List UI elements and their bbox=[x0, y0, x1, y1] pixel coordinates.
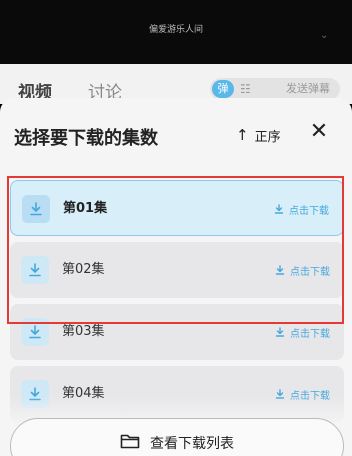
download-icon bbox=[21, 318, 49, 346]
sort-button[interactable]: ↑ 正序 bbox=[236, 124, 281, 146]
episode-item-02[interactable]: 第02集 点击下载 bbox=[10, 242, 344, 298]
view-download-list-button[interactable]: 查看下载列表 bbox=[10, 418, 344, 456]
download-icon bbox=[274, 204, 284, 214]
episode-label: 第03集 bbox=[62, 324, 105, 339]
close-button[interactable]: ✕ bbox=[307, 120, 331, 144]
episode-download-button[interactable]: 点击下载 bbox=[275, 242, 330, 298]
sheet-title: 选择要下载的集数 bbox=[14, 128, 158, 149]
view-download-list-label: 查看下载列表 bbox=[150, 436, 234, 452]
sort-label: 正序 bbox=[254, 129, 281, 145]
episode-label: 第01集 bbox=[63, 201, 108, 216]
download-icon bbox=[22, 195, 50, 223]
video-player[interactable]: 偏爱游乐人间 ⌄ bbox=[0, 0, 352, 64]
episode-item-03[interactable]: 第03集 点击下载 bbox=[10, 304, 344, 360]
episode-download-label: 点击下载 bbox=[290, 266, 330, 278]
episode-download-button[interactable]: 点击下载 bbox=[275, 304, 330, 360]
download-icon bbox=[275, 265, 285, 275]
arrow-up-icon: ↑ bbox=[236, 126, 249, 144]
danmu-send-button[interactable]: 发送弹幕 bbox=[286, 80, 330, 98]
danmu-bar: 弹 ☷ 发送弹幕 bbox=[210, 78, 340, 100]
danmu-settings-icon[interactable]: ☷ bbox=[240, 80, 251, 98]
folder-icon bbox=[120, 434, 140, 449]
download-icon bbox=[21, 256, 49, 284]
episode-item-01[interactable]: 第01集 点击下载 bbox=[10, 180, 344, 236]
download-sheet: 选择要下载的集数 ↑ 正序 ✕ 第01集 点击下载 第02集 点击下载 第03集… bbox=[0, 98, 352, 456]
episode-download-button[interactable]: 点击下载 bbox=[274, 181, 329, 237]
download-icon bbox=[275, 327, 285, 337]
episode-label: 第02集 bbox=[62, 262, 105, 277]
episode-download-label: 点击下载 bbox=[289, 205, 329, 217]
minimize-icon[interactable]: ⌄ bbox=[320, 30, 334, 41]
danmu-toggle[interactable]: 弹 bbox=[212, 80, 234, 98]
episode-download-label: 点击下载 bbox=[290, 328, 330, 340]
video-title: 偏爱游乐人间 bbox=[148, 25, 203, 35]
